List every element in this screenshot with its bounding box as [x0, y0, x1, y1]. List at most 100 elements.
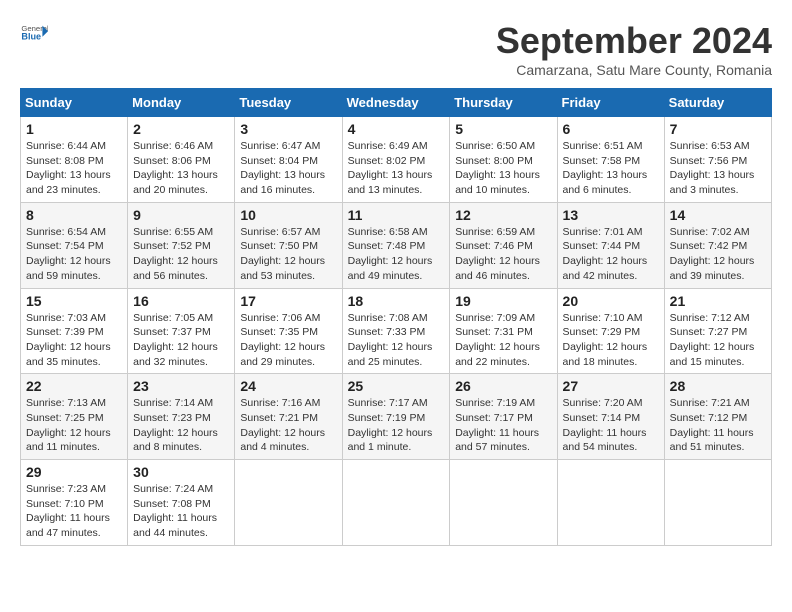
page-header: General Blue September 2024 Camarzana, S…: [20, 20, 772, 78]
day-info: Sunrise: 7:10 AM Sunset: 7:29 PM Dayligh…: [563, 311, 659, 370]
day-number: 15: [26, 293, 122, 309]
day-info: Sunrise: 7:12 AM Sunset: 7:27 PM Dayligh…: [670, 311, 766, 370]
day-info: Sunrise: 7:08 AM Sunset: 7:33 PM Dayligh…: [348, 311, 445, 370]
day-number: 18: [348, 293, 445, 309]
weekday-header-sunday: Sunday: [21, 89, 128, 117]
calendar-day-cell: [342, 460, 450, 546]
calendar-week-row: 22Sunrise: 7:13 AM Sunset: 7:25 PM Dayli…: [21, 374, 772, 460]
calendar-day-cell: 16 Sunrise: 7:05 AM Sunset: 7:37 PM Dayli…: [128, 288, 235, 374]
calendar-day-cell: 20Sunrise: 7:10 AM Sunset: 7:29 PM Dayli…: [557, 288, 664, 374]
day-number: 24: [240, 378, 336, 394]
weekday-header-tuesday: Tuesday: [235, 89, 342, 117]
weekday-header-monday: Monday: [128, 89, 235, 117]
weekday-header-wednesday: Wednesday: [342, 89, 450, 117]
day-number: 23: [133, 378, 229, 394]
calendar-day-cell: 5Sunrise: 6:50 AM Sunset: 8:00 PM Daylig…: [450, 117, 557, 203]
weekday-header-thursday: Thursday: [450, 89, 557, 117]
day-number: 12: [455, 207, 551, 223]
day-number: 19: [455, 293, 551, 309]
day-info: Sunrise: 6:55 AM Sunset: 7:52 PM Dayligh…: [133, 225, 229, 284]
day-info: Sunrise: 7:17 AM Sunset: 7:19 PM Dayligh…: [348, 396, 445, 455]
day-info: Sunrise: 7:19 AM Sunset: 7:17 PM Dayligh…: [455, 396, 551, 455]
day-number: 13: [563, 207, 659, 223]
day-number: 10: [240, 207, 336, 223]
calendar-day-cell: 12Sunrise: 6:59 AM Sunset: 7:46 PM Dayli…: [450, 202, 557, 288]
day-number: 27: [563, 378, 659, 394]
calendar-week-row: 8 Sunrise: 6:54 AM Sunset: 7:54 PM Daylig…: [21, 202, 772, 288]
calendar-day-cell: 2 Sunrise: 6:46 AM Sunset: 8:06 PM Daylig…: [128, 117, 235, 203]
day-info: Sunrise: 6:44 AM Sunset: 8:08 PM Dayligh…: [26, 139, 122, 198]
calendar-day-cell: [450, 460, 557, 546]
calendar-day-cell: 24 Sunrise: 7:16 AM Sunset: 7:21 PM Dayli…: [235, 374, 342, 460]
day-number: 8: [26, 207, 122, 223]
day-number: 25: [348, 378, 445, 394]
calendar-day-cell: 27Sunrise: 7:20 AM Sunset: 7:14 PM Dayli…: [557, 374, 664, 460]
weekday-header-saturday: Saturday: [664, 89, 771, 117]
calendar-day-cell: 14Sunrise: 7:02 AM Sunset: 7:42 PM Dayli…: [664, 202, 771, 288]
day-number: 16: [133, 293, 229, 309]
calendar-day-cell: 19 Sunrise: 7:09 AM Sunset: 7:31 PM Dayli…: [450, 288, 557, 374]
location-subtitle: Camarzana, Satu Mare County, Romania: [496, 62, 772, 78]
day-number: 7: [670, 121, 766, 137]
weekday-header-friday: Friday: [557, 89, 664, 117]
calendar-day-cell: 9 Sunrise: 6:55 AM Sunset: 7:52 PM Daylig…: [128, 202, 235, 288]
day-info: Sunrise: 7:14 AM Sunset: 7:23 PM Dayligh…: [133, 396, 229, 455]
day-info: Sunrise: 7:05 AM Sunset: 7:37 PM Dayligh…: [133, 311, 229, 370]
calendar-day-cell: 26 Sunrise: 7:19 AM Sunset: 7:17 PM Dayli…: [450, 374, 557, 460]
day-number: 17: [240, 293, 336, 309]
day-info: Sunrise: 7:24 AM Sunset: 7:08 PM Dayligh…: [133, 482, 229, 541]
day-info: Sunrise: 7:21 AM Sunset: 7:12 PM Dayligh…: [670, 396, 766, 455]
day-info: Sunrise: 7:09 AM Sunset: 7:31 PM Dayligh…: [455, 311, 551, 370]
calendar-day-cell: 4Sunrise: 6:49 AM Sunset: 8:02 PM Daylig…: [342, 117, 450, 203]
calendar-day-cell: 22Sunrise: 7:13 AM Sunset: 7:25 PM Dayli…: [21, 374, 128, 460]
day-info: Sunrise: 7:01 AM Sunset: 7:44 PM Dayligh…: [563, 225, 659, 284]
calendar-day-cell: [235, 460, 342, 546]
day-number: 28: [670, 378, 766, 394]
calendar-day-cell: 30 Sunrise: 7:24 AM Sunset: 7:08 PM Dayli…: [128, 460, 235, 546]
calendar-day-cell: 1 Sunrise: 6:44 AM Sunset: 8:08 PM Daylig…: [21, 117, 128, 203]
svg-text:Blue: Blue: [21, 32, 41, 42]
day-number: 5: [455, 121, 551, 137]
day-info: Sunrise: 6:46 AM Sunset: 8:06 PM Dayligh…: [133, 139, 229, 198]
day-info: Sunrise: 6:53 AM Sunset: 7:56 PM Dayligh…: [670, 139, 766, 198]
calendar-day-cell: 29 Sunrise: 7:23 AM Sunset: 7:10 PM Dayli…: [21, 460, 128, 546]
day-number: 6: [563, 121, 659, 137]
calendar-day-cell: 6 Sunrise: 6:51 AM Sunset: 7:58 PM Daylig…: [557, 117, 664, 203]
day-info: Sunrise: 6:51 AM Sunset: 7:58 PM Dayligh…: [563, 139, 659, 198]
calendar-day-cell: 17 Sunrise: 7:06 AM Sunset: 7:35 PM Dayli…: [235, 288, 342, 374]
logo: General Blue: [20, 20, 48, 48]
calendar-day-cell: 25 Sunrise: 7:17 AM Sunset: 7:19 PM Dayli…: [342, 374, 450, 460]
calendar-day-cell: 23 Sunrise: 7:14 AM Sunset: 7:23 PM Dayli…: [128, 374, 235, 460]
day-info: Sunrise: 6:54 AM Sunset: 7:54 PM Dayligh…: [26, 225, 122, 284]
day-number: 30: [133, 464, 229, 480]
calendar-week-row: 29 Sunrise: 7:23 AM Sunset: 7:10 PM Dayli…: [21, 460, 772, 546]
day-number: 11: [348, 207, 445, 223]
calendar-day-cell: 3 Sunrise: 6:47 AM Sunset: 8:04 PM Daylig…: [235, 117, 342, 203]
logo-icon: General Blue: [20, 20, 48, 48]
calendar-day-cell: 15Sunrise: 7:03 AM Sunset: 7:39 PM Dayli…: [21, 288, 128, 374]
calendar-day-cell: 8 Sunrise: 6:54 AM Sunset: 7:54 PM Daylig…: [21, 202, 128, 288]
day-info: Sunrise: 6:47 AM Sunset: 8:04 PM Dayligh…: [240, 139, 336, 198]
day-info: Sunrise: 6:58 AM Sunset: 7:48 PM Dayligh…: [348, 225, 445, 284]
day-number: 2: [133, 121, 229, 137]
calendar-week-row: 1 Sunrise: 6:44 AM Sunset: 8:08 PM Daylig…: [21, 117, 772, 203]
calendar-day-cell: 18 Sunrise: 7:08 AM Sunset: 7:33 PM Dayli…: [342, 288, 450, 374]
day-info: Sunrise: 7:23 AM Sunset: 7:10 PM Dayligh…: [26, 482, 122, 541]
day-number: 3: [240, 121, 336, 137]
day-number: 26: [455, 378, 551, 394]
day-info: Sunrise: 6:57 AM Sunset: 7:50 PM Dayligh…: [240, 225, 336, 284]
calendar-day-cell: 21Sunrise: 7:12 AM Sunset: 7:27 PM Dayli…: [664, 288, 771, 374]
calendar-day-cell: 7 Sunrise: 6:53 AM Sunset: 7:56 PM Daylig…: [664, 117, 771, 203]
day-number: 29: [26, 464, 122, 480]
day-info: Sunrise: 7:02 AM Sunset: 7:42 PM Dayligh…: [670, 225, 766, 284]
day-number: 1: [26, 121, 122, 137]
calendar-day-cell: 11 Sunrise: 6:58 AM Sunset: 7:48 PM Dayli…: [342, 202, 450, 288]
day-number: 4: [348, 121, 445, 137]
day-number: 9: [133, 207, 229, 223]
day-info: Sunrise: 7:16 AM Sunset: 7:21 PM Dayligh…: [240, 396, 336, 455]
day-number: 22: [26, 378, 122, 394]
day-info: Sunrise: 7:06 AM Sunset: 7:35 PM Dayligh…: [240, 311, 336, 370]
calendar-day-cell: [664, 460, 771, 546]
calendar-day-cell: 13 Sunrise: 7:01 AM Sunset: 7:44 PM Dayli…: [557, 202, 664, 288]
calendar-table: SundayMondayTuesdayWednesdayThursdayFrid…: [20, 88, 772, 546]
